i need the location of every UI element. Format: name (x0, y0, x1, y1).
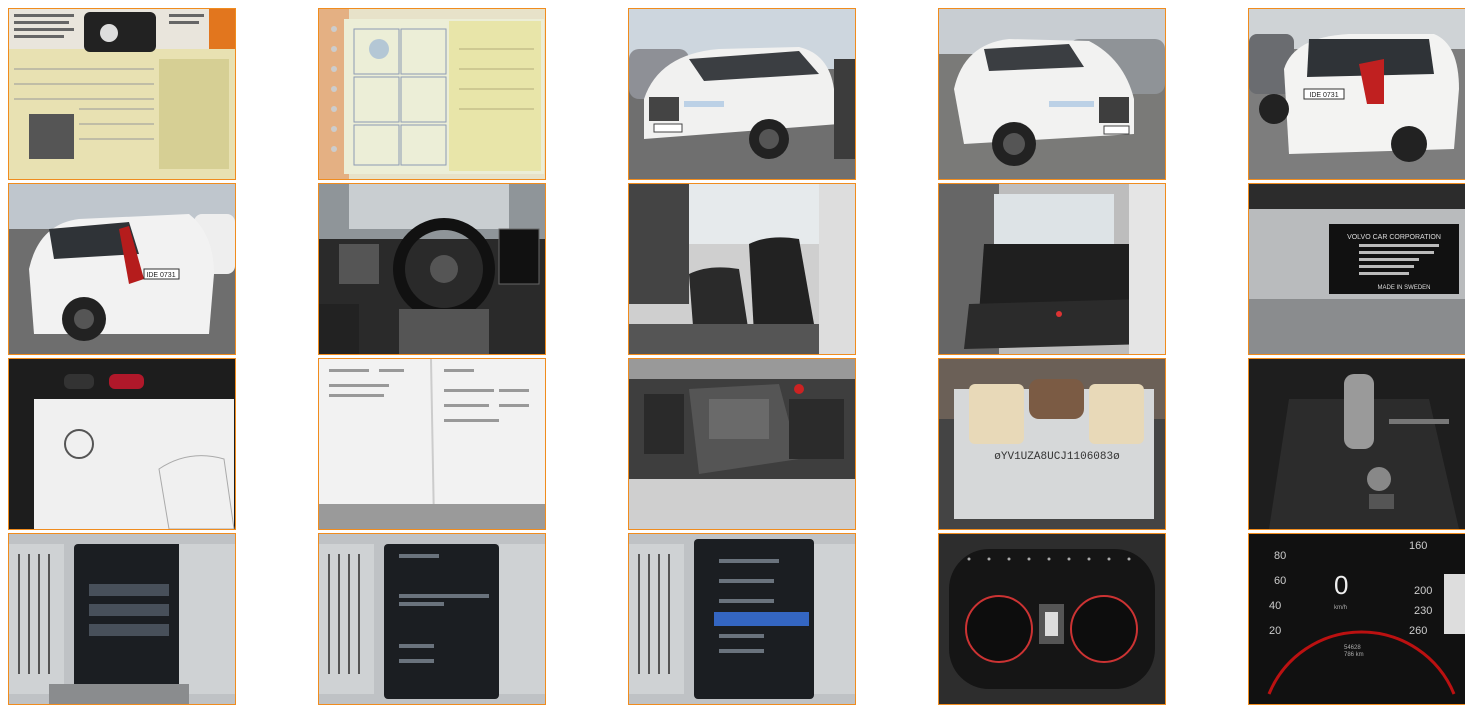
speed-tick-0: 80 (1274, 550, 1286, 562)
speed-tick-5: 200 (1414, 585, 1432, 597)
speed-value: 0 (1334, 570, 1348, 600)
rear-plate-text: IDE 0731 (1309, 92, 1338, 99)
photo-gallery-page: IDE 0731 IDE 0731 VOLVO CAR CORPORATION … (0, 0, 1465, 705)
photo-speedometer: 80 60 40 20 160 200 230 260 0 km/h 54628… (1249, 534, 1465, 704)
photo-thumb-dashboard[interactable] (318, 183, 546, 355)
photo-thumb-speedometer[interactable]: 80 60 40 20 160 200 230 260 0 km/h 54628… (1248, 533, 1465, 705)
photo-center-screen-3 (629, 534, 855, 704)
vin-plate-footer: MADE IN SWEDEN (1377, 285, 1430, 291)
photo-rear-left: IDE 0731 (9, 184, 235, 354)
vin-stamp-text: øYV1UZA8UCJ1106083ø (994, 451, 1119, 463)
photo-thumb-rear-right[interactable]: IDE 0731 (1248, 8, 1465, 180)
photo-thumb-manual-pages[interactable] (318, 358, 546, 530)
photo-doc-registration (319, 9, 545, 179)
photo-dashboard (319, 184, 545, 354)
photo-doc-with-key (9, 9, 235, 179)
photo-thumb-engine-bay[interactable] (628, 358, 856, 530)
rear-left-plate-text: IDE 0731 (146, 272, 175, 279)
photo-gear-shifter (1249, 359, 1465, 529)
photo-manual-pages (319, 359, 545, 529)
photo-center-screen-2 (319, 534, 545, 704)
speed-tick-6: 230 (1414, 605, 1432, 617)
photo-instrument-cluster (939, 534, 1165, 704)
photo-thumb-rear-seats[interactable] (938, 183, 1166, 355)
photo-thumb-center-screen-1[interactable] (8, 533, 236, 705)
photo-thumb-vin-stamp[interactable]: øYV1UZA8UCJ1106083ø (938, 358, 1166, 530)
photo-thumb-doc-registration[interactable] (318, 8, 546, 180)
photo-vin-plate: VOLVO CAR CORPORATION MADE IN SWEDEN (1249, 184, 1465, 354)
speed-tick-3: 20 (1269, 625, 1281, 637)
photo-thumb-center-screen-3[interactable] (628, 533, 856, 705)
photo-front-right (939, 9, 1165, 179)
photo-center-screen-1 (9, 534, 235, 704)
photo-rear-right: IDE 0731 (1249, 9, 1465, 179)
speed-tick-4: 160 (1409, 540, 1427, 552)
photo-thumb-rear-left[interactable]: IDE 0731 (8, 183, 236, 355)
speed-tick-2: 40 (1269, 600, 1281, 612)
vin-plate-header: VOLVO CAR CORPORATION (1347, 234, 1441, 241)
photo-thumb-key-and-manual[interactable] (8, 358, 236, 530)
photo-thumb-vin-plate[interactable]: VOLVO CAR CORPORATION MADE IN SWEDEN (1248, 183, 1465, 355)
photo-key-and-manual (9, 359, 235, 529)
photo-gallery-grid: IDE 0731 IDE 0731 VOLVO CAR CORPORATION … (8, 8, 1465, 705)
photo-front-left (629, 9, 855, 179)
photo-thumb-instrument-cluster[interactable] (938, 533, 1166, 705)
speed-unit: km/h (1334, 605, 1347, 611)
cluster-value-1: 786 km (1344, 652, 1364, 658)
photo-engine-bay (629, 359, 855, 529)
photo-thumb-front-right[interactable] (938, 8, 1166, 180)
photo-thumb-center-screen-2[interactable] (318, 533, 546, 705)
photo-vin-stamp: øYV1UZA8UCJ1106083ø (939, 359, 1165, 529)
photo-thumb-front-left[interactable] (628, 8, 856, 180)
speed-tick-1: 60 (1274, 575, 1286, 587)
photo-rear-seats (939, 184, 1165, 354)
photo-thumb-doc-with-key[interactable] (8, 8, 236, 180)
cluster-value-0: 54628 (1344, 645, 1361, 651)
photo-thumb-front-seats[interactable] (628, 183, 856, 355)
photo-front-seats (629, 184, 855, 354)
photo-thumb-gear-shifter[interactable] (1248, 358, 1465, 530)
speed-tick-7: 260 (1409, 625, 1427, 637)
